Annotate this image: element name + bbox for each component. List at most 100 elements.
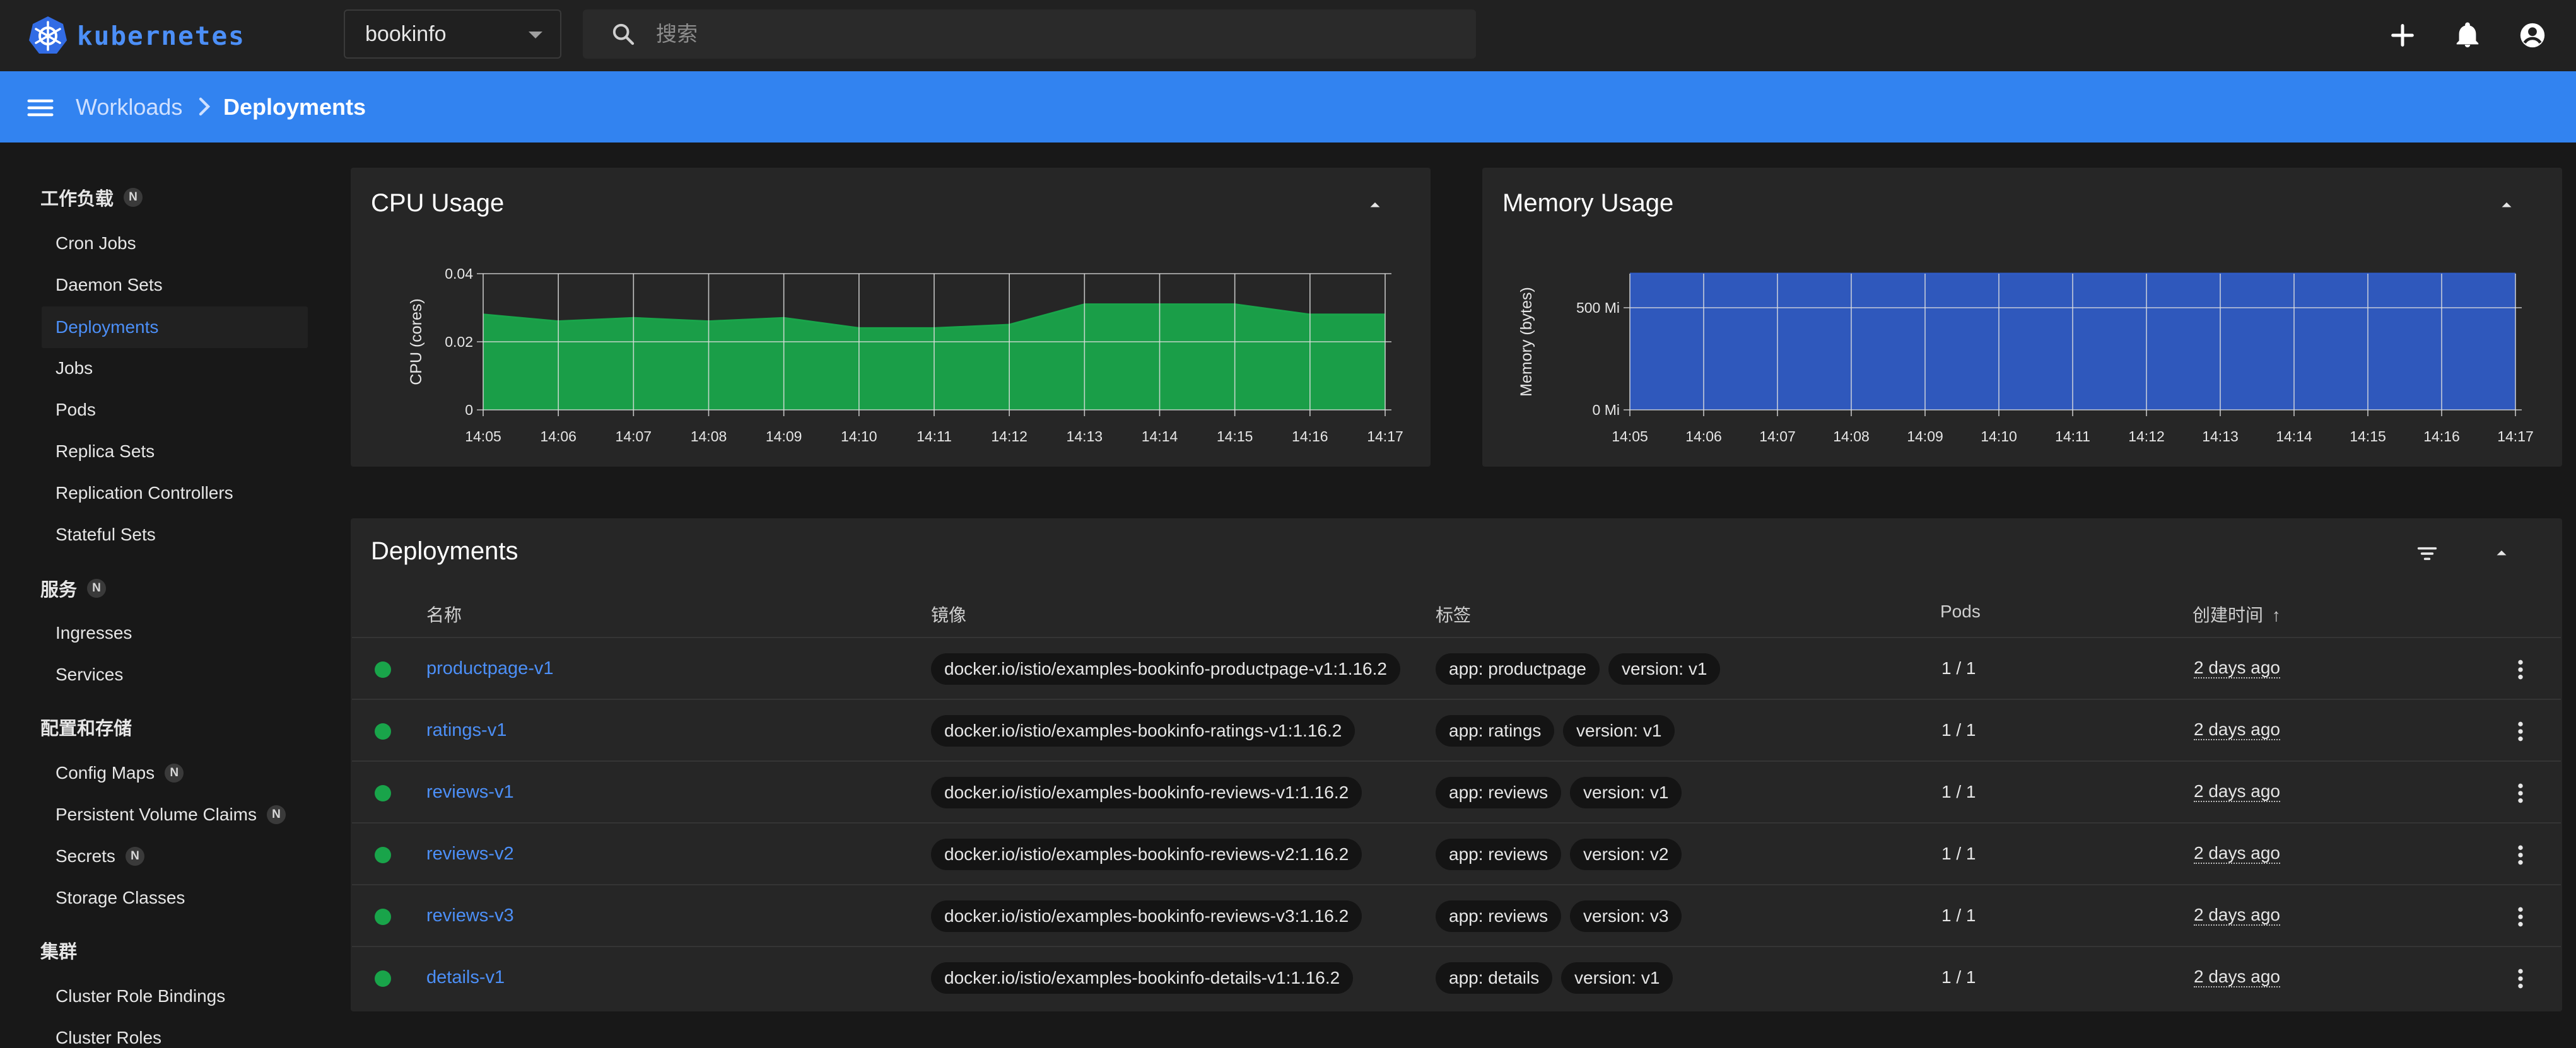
deployment-name-link[interactable]: reviews-v3 <box>426 905 514 926</box>
y-tick-label: 0 <box>465 402 473 418</box>
created-time: 2 days ago <box>2194 844 2280 864</box>
sidebar-item-deployments[interactable]: Deployments <box>42 306 308 348</box>
image-chip: docker.io/istio/examples-bookinfo-rating… <box>931 715 1355 747</box>
sidebar-section-services[interactable]: 服务 N <box>40 575 106 602</box>
sidebar-item-ingresses[interactable]: Ingresses <box>56 623 132 643</box>
sidebar-item-persistent-volume-claims[interactable]: Persistent Volume Claims N <box>56 805 286 825</box>
sidebar-item-daemon-sets[interactable]: Daemon Sets <box>56 275 163 295</box>
more-vert-icon[interactable] <box>2508 842 2533 868</box>
kubernetes-logo[interactable]: kubernetes <box>26 14 245 58</box>
sidebar-item-cron-jobs[interactable]: Cron Jobs <box>56 233 136 253</box>
x-tick-label: 14:17 <box>2497 428 2534 445</box>
label-chip: version: v2 <box>1570 839 1682 870</box>
sidebar-item-cluster-roles[interactable]: Cluster Roles <box>56 1028 161 1048</box>
x-tick-label: 14:09 <box>1907 428 1943 445</box>
column-header-label: 创建时间 <box>2193 605 2263 625</box>
pods-count: 1 / 1 <box>1941 844 1976 864</box>
breadcrumb-workloads-link[interactable]: Workloads <box>76 94 182 120</box>
x-tick-label: 14:10 <box>841 428 877 445</box>
namespaced-badge: N <box>267 805 286 824</box>
label-chip: version: v1 <box>1563 715 1675 747</box>
notifications-bell-icon[interactable] <box>2453 21 2482 50</box>
deployment-name-link[interactable]: ratings-v1 <box>426 720 506 741</box>
namespaced-badge: N <box>124 188 143 207</box>
x-tick-label: 14:15 <box>2350 428 2386 445</box>
more-vert-icon[interactable] <box>2508 781 2533 806</box>
status-running-icon <box>375 847 391 863</box>
x-tick-label: 14:13 <box>1067 428 1103 445</box>
label-chip: app: productpage <box>1436 653 1600 685</box>
sidebar-section-cluster[interactable]: 集群 <box>40 937 77 964</box>
label-chip: version: v1 <box>1608 653 1720 685</box>
sidebar-item-stateful-sets[interactable]: Stateful Sets <box>56 525 156 545</box>
sidebar-section-config-storage[interactable]: 配置和存储 <box>40 714 132 740</box>
label-chip: app: reviews <box>1436 839 1561 870</box>
sidebar-item-config-maps[interactable]: Config Maps N <box>56 763 184 783</box>
column-header-pods: Pods <box>1940 602 1981 622</box>
label-chip: app: reviews <box>1436 777 1561 808</box>
column-header-name[interactable]: 名称 <box>426 602 462 627</box>
x-tick-label: 14:17 <box>1367 428 1403 445</box>
sidebar-item-replica-sets[interactable]: Replica Sets <box>56 441 155 462</box>
deployment-name-link[interactable]: productpage-v1 <box>426 658 554 679</box>
y-tick-label: 0.04 <box>445 265 473 282</box>
cpu-usage-card: CPU Usage 14:0514:0614:0714:0814:0914:10… <box>351 168 1431 467</box>
x-tick-label: 14:09 <box>766 428 802 445</box>
search-icon <box>611 21 636 47</box>
status-running-icon <box>375 661 391 678</box>
x-tick-label: 14:12 <box>2128 428 2165 445</box>
table-row[interactable]: details-v1 docker.io/istio/examples-book… <box>352 946 2561 1008</box>
x-tick-label: 14:06 <box>1685 428 1722 445</box>
create-plus-icon[interactable] <box>2388 21 2417 50</box>
more-vert-icon[interactable] <box>2508 719 2533 744</box>
image-chip: docker.io/istio/examples-bookinfo-review… <box>931 900 1362 932</box>
section-title: 配置和存储 <box>40 714 132 740</box>
label-chip: version: v3 <box>1570 900 1682 932</box>
column-header-image: 镜像 <box>931 602 966 627</box>
table-row[interactable]: reviews-v3 docker.io/istio/examples-book… <box>352 884 2561 946</box>
deployment-name-link[interactable]: details-v1 <box>426 967 505 988</box>
namespaced-badge: N <box>165 764 184 783</box>
image-chip: docker.io/istio/examples-bookinfo-review… <box>931 777 1362 808</box>
deployment-name-link[interactable]: reviews-v2 <box>426 844 514 865</box>
table-row[interactable]: reviews-v1 docker.io/istio/examples-book… <box>352 760 2561 822</box>
sidebar-section-workloads[interactable]: 工作负载 N <box>40 184 143 211</box>
created-time: 2 days ago <box>2194 967 2280 987</box>
namespace-select[interactable]: bookinfo <box>344 9 561 59</box>
filter-icon[interactable] <box>2415 541 2440 566</box>
x-tick-label: 14:16 <box>2423 428 2460 445</box>
helm-wheel-icon <box>26 15 69 57</box>
sidebar-item-secrets[interactable]: Secrets N <box>56 846 144 866</box>
menu-hamburger-icon[interactable] <box>26 95 54 120</box>
y-axis-label: Memory (bytes) <box>1518 287 1535 397</box>
x-tick-label: 14:11 <box>916 428 952 445</box>
more-vert-icon[interactable] <box>2508 966 2533 991</box>
memory-usage-card: Memory Usage 14:0514:0614:0714:0814:0914… <box>1482 168 2562 467</box>
sidebar-item-jobs[interactable]: Jobs <box>56 358 93 378</box>
sidebar-item-replication-controllers[interactable]: Replication Controllers <box>56 483 233 503</box>
x-tick-label: 14:07 <box>616 428 652 445</box>
sidebar-item-cluster-role-bindings[interactable]: Cluster Role Bindings <box>56 986 225 1006</box>
account-circle-icon[interactable] <box>2518 21 2547 50</box>
search-bar[interactable] <box>583 9 1476 59</box>
sidebar-item-services[interactable]: Services <box>56 665 123 685</box>
more-vert-icon[interactable] <box>2508 657 2533 682</box>
status-running-icon <box>375 909 391 925</box>
sidebar-item-pods[interactable]: Pods <box>56 400 96 420</box>
image-chip: docker.io/istio/examples-bookinfo-detail… <box>931 962 1353 994</box>
created-time: 2 days ago <box>2194 905 2280 926</box>
created-time: 2 days ago <box>2194 658 2280 678</box>
table-row[interactable]: productpage-v1 docker.io/istio/examples-… <box>352 637 2561 699</box>
y-tick-label: 0 Mi <box>1593 402 1620 418</box>
collapse-arrow-icon[interactable] <box>2490 541 2513 564</box>
column-header-created[interactable]: 创建时间 ↑ <box>2193 602 2281 627</box>
table-row[interactable]: ratings-v1 docker.io/istio/examples-book… <box>352 699 2561 760</box>
sidebar-item-storage-classes[interactable]: Storage Classes <box>56 888 185 908</box>
table-row[interactable]: reviews-v2 docker.io/istio/examples-book… <box>352 822 2561 884</box>
section-title: 集群 <box>40 937 77 964</box>
pods-count: 1 / 1 <box>1941 905 1976 926</box>
search-input[interactable] <box>655 21 1412 47</box>
y-tick-label: 500 Mi <box>1576 300 1620 316</box>
more-vert-icon[interactable] <box>2508 904 2533 929</box>
deployment-name-link[interactable]: reviews-v1 <box>426 782 514 803</box>
